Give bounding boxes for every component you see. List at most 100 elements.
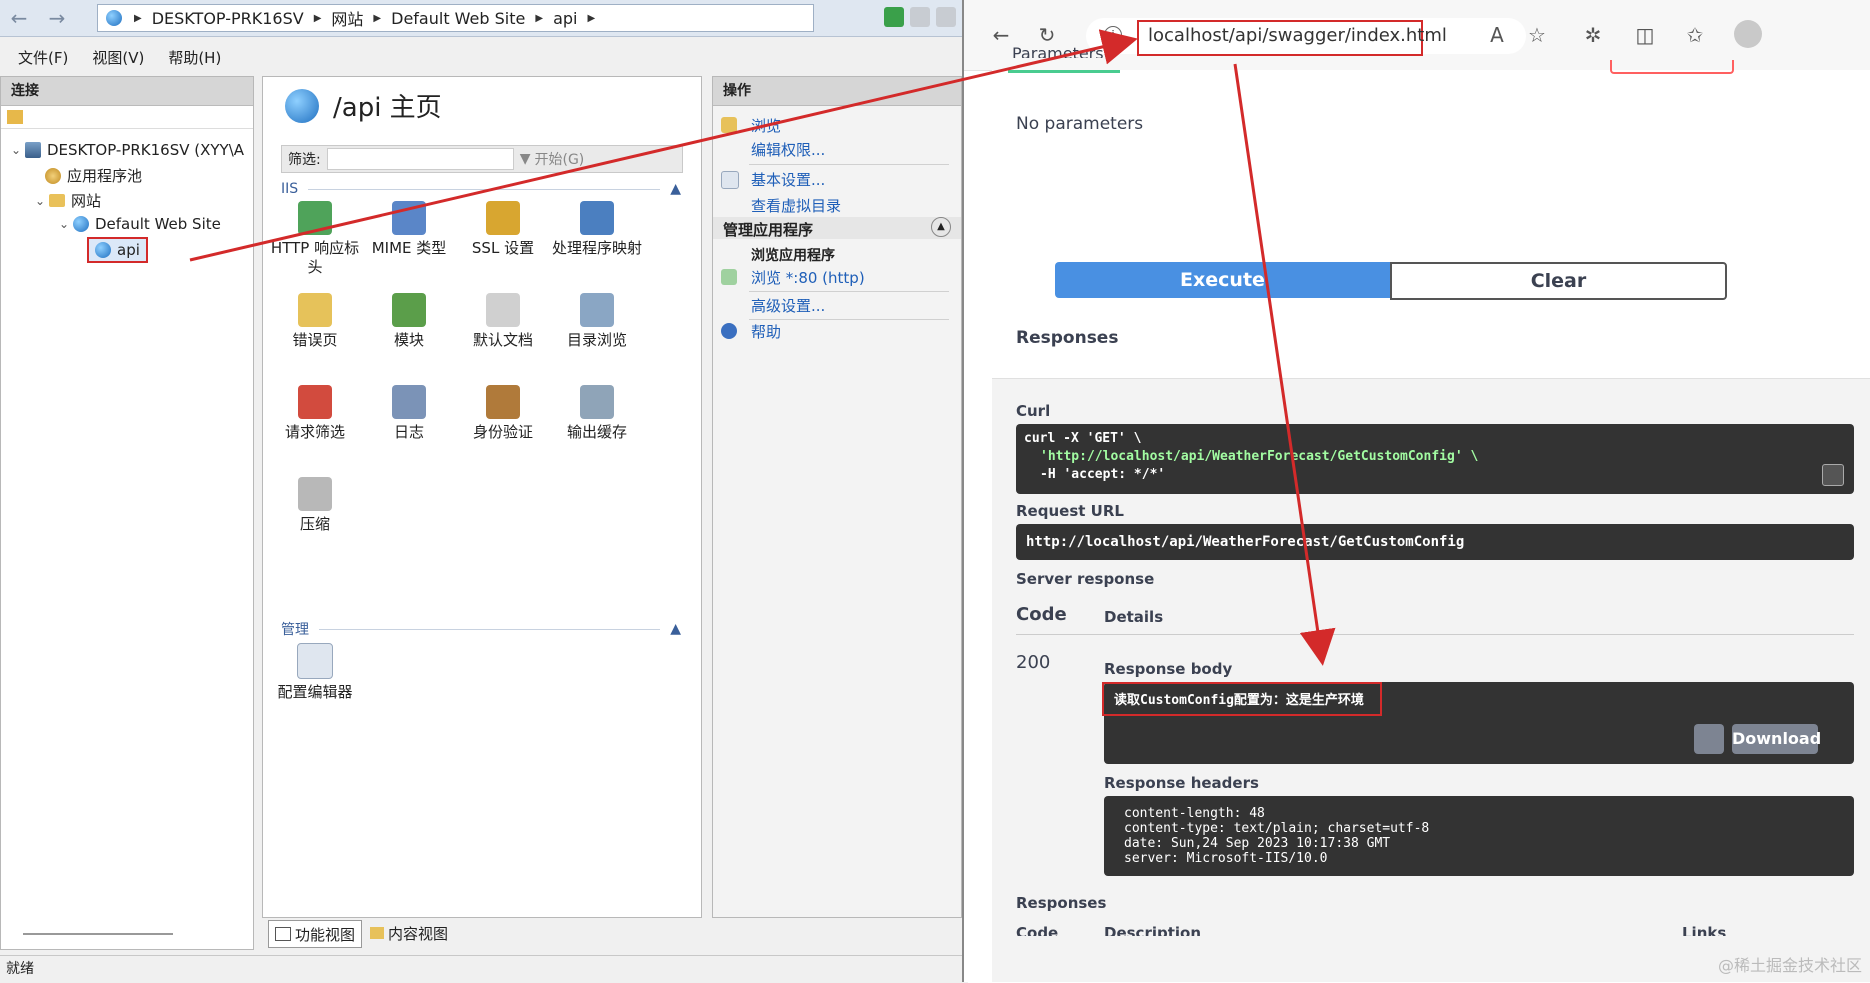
request-url-block[interactable]: http://localhost/api/WeatherForecast/Get… xyxy=(1016,524,1854,560)
browser-toolbar: ← ↻ i localhost/api/swagger/index.html A… xyxy=(964,0,1870,71)
tab-content-view[interactable]: 内容视图 xyxy=(364,920,454,946)
menu-file[interactable]: 文件(F) xyxy=(18,47,68,68)
filter-input[interactable] xyxy=(326,148,514,170)
tree-app-pools[interactable]: 应用程序池 xyxy=(45,165,142,186)
collapse-icon[interactable]: ▲ xyxy=(931,217,951,237)
chevron-up-icon[interactable]: ▲ xyxy=(670,181,681,197)
tree-api-label: api xyxy=(117,241,140,259)
feature-item[interactable]: 目录浏览 xyxy=(549,293,645,350)
breadcrumb-api[interactable]: api xyxy=(549,9,581,28)
action-help[interactable]: 帮助 xyxy=(751,321,781,342)
header-line: content-type: text/plain; charset=utf-8 xyxy=(1124,821,1430,836)
chevron-right-icon: ▶ xyxy=(535,12,544,24)
chevron-up-icon[interactable]: ▲ xyxy=(670,621,681,637)
chevron-down-icon[interactable]: ⌄ xyxy=(59,217,73,231)
favorite-star-icon[interactable]: ☆ xyxy=(1524,22,1550,48)
back-button[interactable]: ← xyxy=(6,6,32,30)
action-advanced-settings[interactable]: 高级设置... xyxy=(751,295,825,316)
split-screen-icon[interactable]: ◫ xyxy=(1632,22,1658,48)
bottom-description-header: Description xyxy=(1104,924,1202,936)
action-explore[interactable]: 浏览 xyxy=(751,115,781,136)
url-text[interactable]: localhost/api/swagger/index.html xyxy=(1148,25,1447,46)
responses-title: Responses xyxy=(1016,328,1119,348)
feature-item[interactable]: 请求筛选 xyxy=(267,385,363,442)
avatar[interactable] xyxy=(1734,20,1762,48)
tree-sites[interactable]: ⌄ 网站 xyxy=(35,190,101,211)
curl-line: 'http://localhost/api/WeatherForecast/Ge… xyxy=(1040,449,1479,464)
chevron-down-icon[interactable]: ⌄ xyxy=(35,194,49,208)
cancel-button[interactable] xyxy=(1610,60,1734,74)
tree-server[interactable]: ⌄ DESKTOP-PRK16SV (XYY\A xyxy=(11,141,244,159)
feature-item[interactable]: 日志 xyxy=(361,385,457,442)
favorites-icon[interactable]: ✩ xyxy=(1682,22,1708,48)
connections-panel: 连接 ⌄ DESKTOP-PRK16SV (XYY\A 应用程序池 ⌄ 网站 ⌄… xyxy=(0,76,254,950)
feature-item[interactable]: 默认文档 xyxy=(455,293,551,350)
response-body-block[interactable]: 读取CustomConfig配置为：这是生产环境 Download xyxy=(1102,682,1854,764)
forward-button[interactable]: → xyxy=(44,6,70,30)
swagger-content: Parameters No parameters Execute Clear R… xyxy=(992,44,1870,982)
feature-item[interactable]: MIME 类型 xyxy=(361,201,457,258)
refresh-icon[interactable] xyxy=(884,7,904,27)
action-view-virtual-dirs[interactable]: 查看虚拟目录 xyxy=(751,195,841,216)
go-button[interactable]: 开始(G) xyxy=(535,149,585,169)
feature-item[interactable]: 输出缓存 xyxy=(549,385,645,442)
back-icon[interactable]: ← xyxy=(988,22,1014,48)
download-button[interactable]: Download xyxy=(1732,724,1821,754)
read-aloud-icon[interactable]: A xyxy=(1484,22,1510,48)
feature-item[interactable]: 错误页 xyxy=(267,293,363,350)
extensions-icon[interactable]: ✲ xyxy=(1580,22,1606,48)
app-pool-icon xyxy=(45,167,61,184)
response-headers-block[interactable]: content-length: 48 content-type: text/pl… xyxy=(1104,796,1854,876)
curl-block[interactable]: curl -X 'GET' \ 'http://localhost/api/We… xyxy=(1016,424,1854,494)
feature-item[interactable]: 模块 xyxy=(361,293,457,350)
feature-label: 错误页 xyxy=(292,331,338,349)
tree-api[interactable]: api xyxy=(87,237,148,263)
horizontal-scrollbar[interactable] xyxy=(23,933,173,935)
copy-icon[interactable] xyxy=(1822,464,1844,486)
breadcrumb-server[interactable]: DESKTOP-PRK16SV xyxy=(148,9,308,28)
breadcrumb[interactable]: ▶ DESKTOP-PRK16SV ▶ 网站 ▶ Default Web Sit… xyxy=(97,4,814,32)
feature-label: 请求筛选 xyxy=(284,423,345,441)
compression-icon xyxy=(298,477,332,511)
action-browse-80[interactable]: 浏览 *:80 (http) xyxy=(751,267,865,288)
info-icon[interactable]: i xyxy=(1104,26,1122,44)
curl-line: curl -X 'GET' \ xyxy=(1024,431,1142,446)
chevron-right-icon: ▶ xyxy=(313,12,322,24)
copy-icon[interactable] xyxy=(1694,724,1724,754)
feature-item[interactable]: SSL 设置 xyxy=(455,201,551,258)
chevron-down-icon[interactable]: ⌄ xyxy=(11,143,25,157)
feature-label: 日志 xyxy=(393,423,424,441)
home-icon[interactable] xyxy=(936,7,956,27)
menu-help[interactable]: 帮助(H) xyxy=(168,47,221,68)
globe-icon xyxy=(73,216,89,232)
watermark: @稀土掘金技术社区 xyxy=(1717,956,1862,975)
responses-section: Responses Curl curl -X 'GET' \ 'http://l… xyxy=(992,308,1870,982)
browse-icon xyxy=(721,269,737,285)
breadcrumb-default-site[interactable]: Default Web Site xyxy=(387,9,529,28)
feature-item[interactable]: 压缩 xyxy=(267,477,363,534)
clear-button[interactable]: Clear xyxy=(1390,262,1727,300)
feature-view-panel: /api 主页 筛选: ▼ 开始(G) IIS ▲ HTTP 响应标头 MIME 类… xyxy=(262,76,702,918)
http-response-headers-icon xyxy=(298,201,332,235)
stop-icon[interactable] xyxy=(910,7,930,27)
menu-view[interactable]: 视图(V) xyxy=(92,47,144,68)
feature-label: 输出缓存 xyxy=(566,423,627,441)
tree-default-site[interactable]: ⌄ Default Web Site xyxy=(59,215,221,233)
server-response-label: Server response xyxy=(1016,570,1155,588)
ssl-lock-icon xyxy=(486,201,520,235)
feature-item[interactable]: HTTP 响应标头 xyxy=(267,201,363,277)
responses-bottom-title: Responses xyxy=(1016,894,1107,912)
action-edit-permissions[interactable]: 编辑权限... xyxy=(751,139,825,160)
tab-features-view[interactable]: 功能视图 xyxy=(268,920,363,948)
request-filtering-icon xyxy=(298,385,332,419)
feature-item[interactable]: 处理程序映射 xyxy=(549,201,645,258)
tab-features-view-label: 功能视图 xyxy=(295,925,356,944)
breadcrumb-sites[interactable]: 网站 xyxy=(327,6,367,30)
feature-item[interactable]: 身份验证 xyxy=(455,385,551,442)
execute-button[interactable]: Execute xyxy=(1055,262,1390,298)
action-basic-settings[interactable]: 基本设置... xyxy=(751,169,825,190)
feature-configuration-editor[interactable]: 配置编辑器 xyxy=(267,643,363,702)
request-url-label: Request URL xyxy=(1016,502,1124,520)
connect-icon[interactable] xyxy=(7,110,23,124)
manage-app-header: 管理应用程序 xyxy=(723,221,814,239)
